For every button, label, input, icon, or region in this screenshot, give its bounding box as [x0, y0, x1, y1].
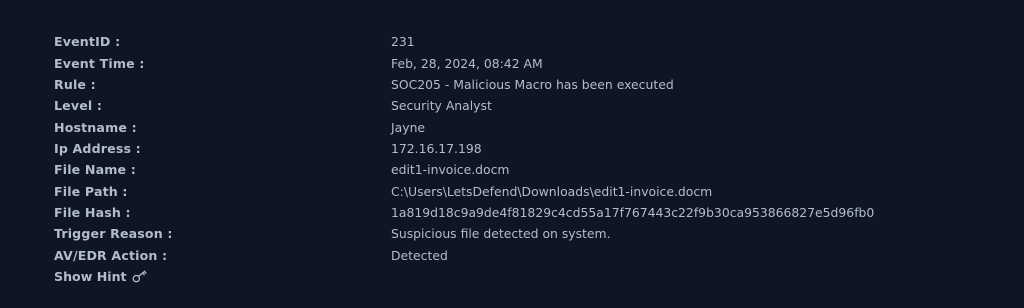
- hostname-value: Jayne: [391, 119, 426, 135]
- event-time-value: Feb, 28, 2024, 08:42 AM: [391, 55, 543, 71]
- event-time-row: Event Time : Feb, 28, 2024, 08:42 AM: [54, 52, 974, 73]
- ip-address-label: Ip Address :: [54, 140, 141, 156]
- level-value: Security Analyst: [391, 98, 492, 114]
- trigger-reason-label: Trigger Reason :: [54, 226, 173, 242]
- ip-address-row: Ip Address : 172.16.17.198: [54, 138, 974, 159]
- av-edr-action-row: AV/EDR Action : Detected: [54, 244, 974, 265]
- av-edr-action-label: AV/EDR Action :: [54, 247, 168, 263]
- event-details-list: EventID : 231 Event Time : Feb, 28, 2024…: [54, 31, 974, 266]
- level-label: Level :: [54, 98, 103, 114]
- rule-value: SOC205 - Malicious Macro has been execut…: [391, 76, 674, 92]
- file-name-row: File Name : edit1-invoice.docm: [54, 159, 974, 180]
- event-id-label: EventID :: [54, 34, 121, 50]
- hostname-row: Hostname : Jayne: [54, 116, 974, 137]
- file-hash-label: File Hash :: [54, 204, 131, 220]
- event-id-row: EventID : 231: [54, 31, 974, 52]
- file-name-value: edit1-invoice.docm: [391, 162, 510, 178]
- file-path-row: File Path : C:\Users\LetsDefend\Download…: [54, 180, 974, 201]
- rule-label: Rule :: [54, 76, 96, 92]
- show-hint-label: Show Hint: [54, 269, 127, 284]
- event-id-value: 231: [391, 34, 415, 50]
- trigger-reason-row: Trigger Reason : Suspicious file detecte…: [54, 223, 974, 244]
- trigger-reason-value: Suspicious file detected on system.: [391, 226, 611, 242]
- rule-row: Rule : SOC205 - Malicious Macro has been…: [54, 74, 974, 95]
- event-time-label: Event Time :: [54, 55, 145, 71]
- level-row: Level : Security Analyst: [54, 95, 974, 116]
- file-path-value: C:\Users\LetsDefend\Downloads\edit1-invo…: [391, 183, 713, 199]
- file-hash-value: 1a819d18c9a9de4f81829c4cd55a17f767443c22…: [391, 204, 875, 220]
- file-hash-row: File Hash : 1a819d18c9a9de4f81829c4cd55a…: [54, 202, 974, 223]
- hostname-label: Hostname :: [54, 119, 137, 135]
- show-hint-button[interactable]: Show Hint: [54, 266, 147, 287]
- event-details-panel: EventID : 231 Event Time : Feb, 28, 2024…: [0, 0, 1024, 308]
- ip-address-value: 172.16.17.198: [391, 140, 482, 156]
- file-name-label: File Name :: [54, 162, 136, 178]
- av-edr-action-value: Detected: [391, 247, 448, 263]
- key-icon: [132, 270, 147, 283]
- file-path-label: File Path :: [54, 183, 128, 199]
